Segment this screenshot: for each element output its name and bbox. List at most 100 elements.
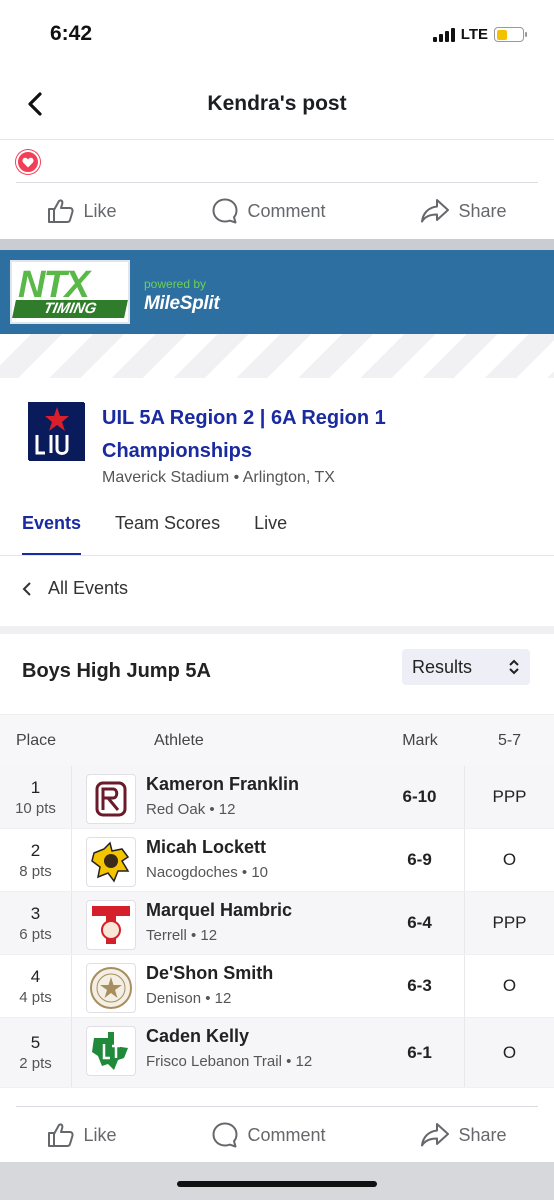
tabs-divider (0, 555, 554, 556)
share-icon (421, 199, 450, 223)
athlete-team: Frisco Lebanon Trail • 12 (146, 1053, 313, 1070)
network-label: LTE (460, 26, 488, 43)
attempt-cell: O (502, 976, 517, 995)
home-indicator-area (0, 1162, 554, 1200)
results-select-value: Results (412, 656, 473, 677)
place-cell: 1 10 pts (0, 766, 72, 828)
page-title: Kendra's post (207, 92, 347, 115)
table-row[interactable]: 1 10 pts Kameron Franklin Red Oak • 12 6… (0, 766, 554, 829)
athlete-cell: Kameron Franklin Red Oak • 12 (72, 766, 375, 828)
like-button[interactable]: Like (47, 1122, 117, 1148)
place-cell: 5 2 pts (0, 1018, 72, 1087)
comment-label: Comment (247, 1124, 326, 1145)
heart-icon (16, 150, 40, 174)
meet-tabs: Events Team Scores Live (22, 510, 287, 556)
athlete-name[interactable]: Caden Kelly (146, 1026, 316, 1047)
meet-title[interactable]: UIL 5A Region 2 | 6A Region 1 Championsh… (102, 402, 522, 468)
place-number: 5 (30, 1033, 41, 1052)
attempt-cell: O (502, 1042, 517, 1062)
section-separator (0, 239, 554, 250)
thumbs-up-icon (48, 199, 75, 223)
mark-cell: 6-4 (375, 892, 465, 954)
athlete-cell: Caden Kelly Frisco Lebanon Trail • 12 (72, 1018, 375, 1087)
athlete-cell: Micah Lockett Nacogdoches • 10 (72, 829, 375, 891)
mark-cell: 6-9 (375, 829, 465, 891)
like-button[interactable]: Like (47, 198, 117, 224)
timing-logo-text: TIMING (12, 300, 128, 318)
place-number: 4 (30, 966, 41, 986)
lebanon-trail-logo (86, 1026, 136, 1076)
post-header: Kendra's post (0, 70, 554, 140)
athlete-name[interactable]: De'Shon Smith (146, 963, 316, 984)
status-indicators: LTE (432, 26, 527, 43)
all-events-label: All Events (48, 578, 129, 598)
place-points: 10 pts (15, 799, 56, 817)
status-bar: 6:42 LTE (0, 0, 554, 70)
col-place-header: Place (15, 731, 57, 749)
table-row[interactable]: 5 2 pts Caden Kelly Frisco Lebanon Trail… (0, 1018, 554, 1088)
athlete-team: Terrell • 12 (146, 927, 218, 944)
place-number: 3 (30, 903, 41, 923)
col-athlete-header: Athlete (154, 731, 204, 749)
signal-icon (432, 27, 455, 42)
athlete-cell: De'Shon Smith Denison • 12 (72, 955, 375, 1017)
comment-label: Comment (247, 200, 326, 221)
table-row[interactable]: 4 4 pts De'Shon Smith Denison • 12 6-3 O (0, 955, 554, 1018)
milesplit-logo: MileSplit (144, 293, 220, 314)
ntx-banner: NTX TIMING powered by MileSplit (0, 250, 554, 334)
comment-button[interactable]: Comment (211, 1121, 325, 1149)
ntx-timing-logo: NTX TIMING (10, 260, 130, 324)
place-cell: 3 6 pts (0, 892, 72, 954)
results-table: Place Athlete Mark 5-7 1 10 pts Kameron … (0, 714, 554, 1088)
mark-cell: 6-10 (375, 766, 465, 828)
post-actions-bottom: Like Comment Share (0, 1107, 554, 1163)
athlete-cell: Marquel Hambric Terrell • 12 (72, 892, 375, 954)
comment-button[interactable]: Comment (211, 197, 325, 225)
attempt-cell: PPP (492, 787, 527, 806)
chevron-left-icon (22, 581, 31, 596)
comment-icon (212, 198, 238, 224)
meet-location: Maverick Stadium • Arlington, TX (102, 469, 335, 486)
col-mark-header: Mark (402, 731, 438, 749)
tab-events[interactable]: Events (22, 510, 82, 556)
all-events-link[interactable]: All Events (22, 578, 128, 599)
place-cell: 4 4 pts (0, 955, 72, 1017)
table-row[interactable]: 3 6 pts Marquel Hambric Terrell • 12 6-4… (0, 892, 554, 955)
red-oak-logo (86, 774, 136, 824)
place-points: 2 pts (19, 1055, 52, 1072)
mark-cell: 6-1 (375, 1018, 465, 1087)
share-button[interactable]: Share (420, 198, 506, 224)
decorative-stripes (0, 334, 554, 378)
athlete-name[interactable]: Marquel Hambric (146, 900, 316, 921)
home-indicator[interactable] (177, 1181, 377, 1187)
table-row[interactable]: 2 8 pts Micah Lockett Nacogdoches • 10 6… (0, 829, 554, 892)
place-points: 8 pts (19, 862, 52, 880)
section-separator (0, 626, 554, 634)
uil-logo (28, 402, 85, 461)
attempt-cell: O (502, 850, 517, 869)
tab-live[interactable]: Live (254, 510, 287, 556)
share-button[interactable]: Share (420, 1122, 506, 1148)
thumbs-up-icon (48, 1123, 75, 1147)
share-label: Share (458, 1124, 507, 1145)
chevron-updown-icon (509, 659, 519, 675)
tab-team-scores[interactable]: Team Scores (115, 510, 220, 556)
post-actions-top: Like Comment Share (0, 183, 554, 239)
place-points: 6 pts (19, 925, 52, 943)
athlete-name[interactable]: Kameron Franklin (146, 774, 316, 795)
athlete-team: Red Oak • 12 (146, 801, 236, 818)
nacogdoches-logo (86, 837, 136, 887)
like-label: Like (83, 200, 117, 221)
place-number: 2 (30, 840, 41, 860)
results-select[interactable]: Results (402, 649, 530, 685)
share-icon (421, 1123, 450, 1147)
athlete-name[interactable]: Micah Lockett (146, 837, 316, 858)
like-label: Like (83, 1124, 117, 1145)
terrell-logo (86, 900, 136, 950)
status-time: 6:42 (50, 22, 93, 45)
powered-by-text: powered by (144, 277, 207, 291)
place-cell: 2 8 pts (0, 829, 72, 891)
place-points: 4 pts (19, 988, 52, 1006)
reaction-summary[interactable] (16, 150, 40, 174)
comment-icon (212, 1122, 238, 1148)
